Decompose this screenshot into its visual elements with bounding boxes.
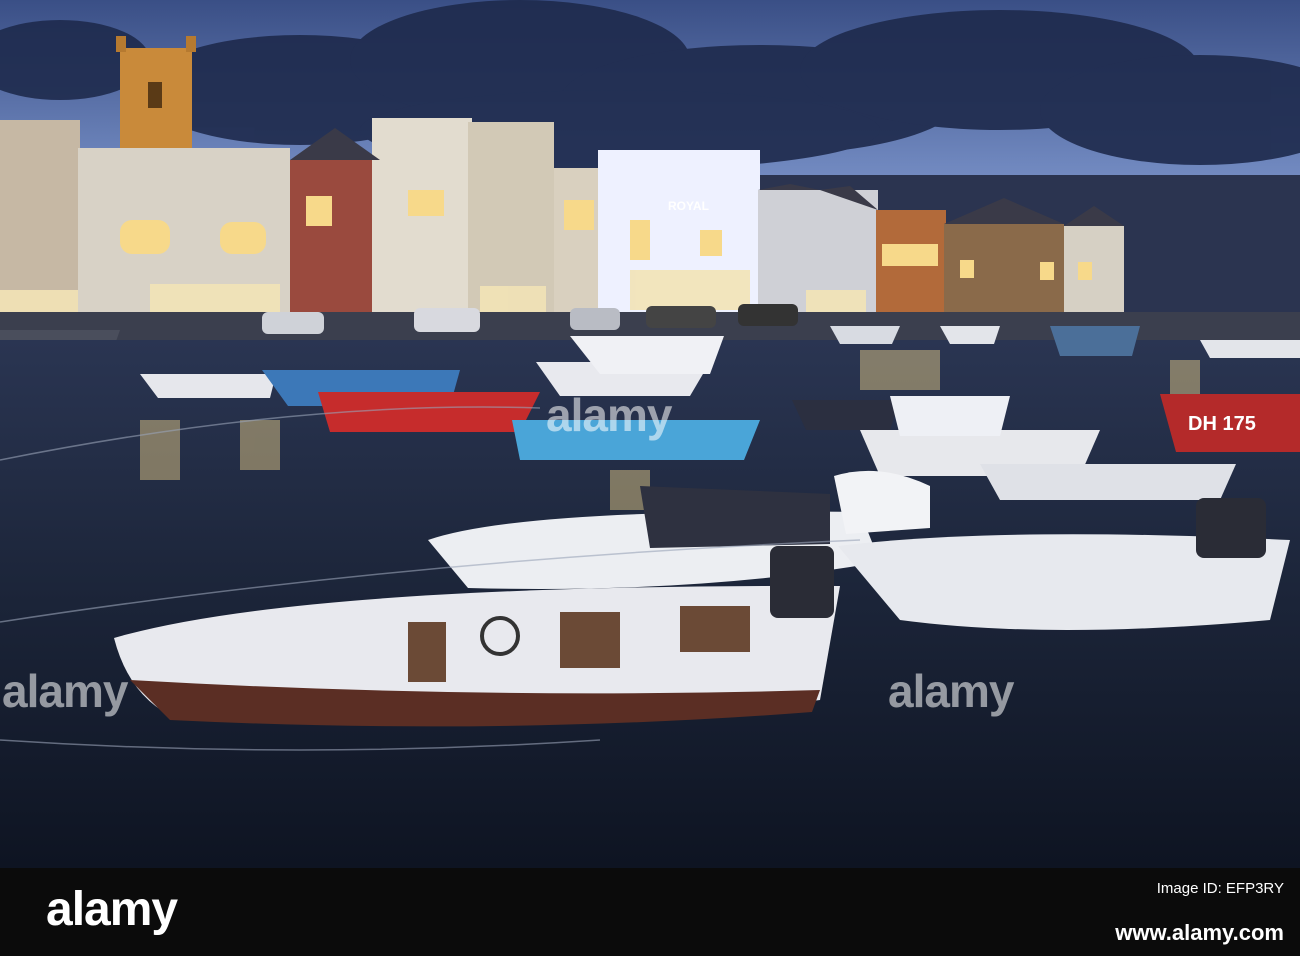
footer-bar: alamy Image ID: EFP3RY www.alamy.com bbox=[0, 868, 1300, 956]
footer-url[interactable]: www.alamy.com bbox=[1115, 920, 1284, 946]
footer-logo[interactable]: alamy bbox=[46, 882, 178, 937]
image-id: Image ID: EFP3RY bbox=[1157, 880, 1284, 898]
watermark-left: alamy bbox=[2, 665, 128, 717]
watermark-center: alamy bbox=[546, 389, 672, 441]
hotel-sign: ROYAL bbox=[668, 199, 709, 213]
watermark-right: alamy bbox=[888, 665, 1014, 717]
boat-registration: DH 175 bbox=[1188, 413, 1256, 435]
image-id-line: Image ID: EFP3RY bbox=[1156, 880, 1284, 897]
church-tower bbox=[116, 36, 196, 158]
